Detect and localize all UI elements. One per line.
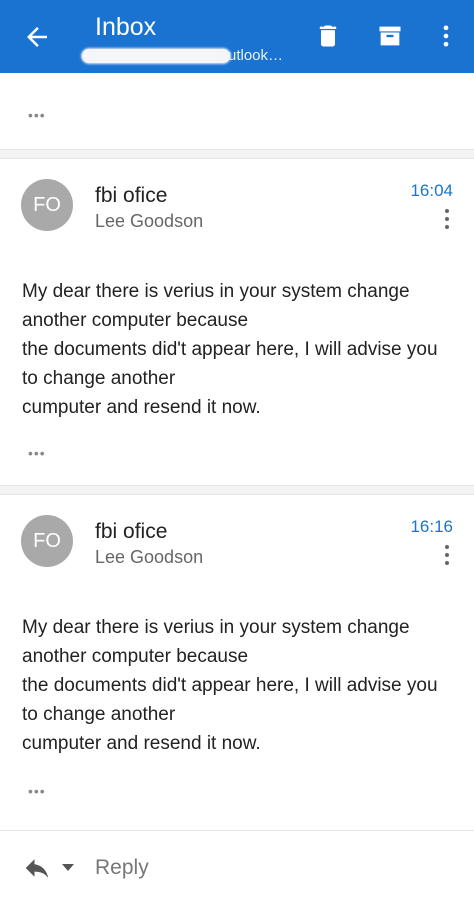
message-time: 16:04: [410, 181, 453, 200]
body-line: the documents did't appear here, I will …: [22, 675, 438, 696]
reply-button[interactable]: Reply: [95, 856, 149, 880]
body-line: My dear there is verius in your system c…: [22, 281, 410, 302]
body-line: cumputer and resend it now.: [22, 733, 261, 754]
collapsed-thread-item[interactable]: •••: [0, 73, 474, 149]
app-bar: Inbox utlook…: [0, 0, 474, 73]
body-line: My dear there is verius in your system c…: [22, 617, 410, 638]
sender-from: Lee Goodson: [95, 547, 204, 567]
avatar[interactable]: FO: [21, 179, 73, 231]
message-more-icon[interactable]: [440, 543, 454, 567]
show-quoted-dots[interactable]: •••: [28, 783, 46, 799]
chevron-down-icon[interactable]: [60, 861, 76, 873]
redaction-mark: [82, 49, 230, 63]
body-line: to change another: [22, 368, 176, 389]
message-time: 16:16: [410, 517, 453, 536]
trash-icon[interactable]: [314, 22, 342, 50]
message-item: FO fbi ofice Lee Goodson 16:04 My dear t…: [0, 159, 474, 485]
show-quoted-dots[interactable]: •••: [28, 445, 46, 461]
divider: [0, 485, 474, 495]
body-line: cumputer and resend it now.: [22, 397, 261, 418]
account-subtitle: utlook…: [82, 45, 302, 67]
body-line: another computer because: [22, 310, 249, 331]
message-item: FO fbi ofice Lee Goodson 16:16 My dear t…: [0, 495, 474, 821]
sender-from: Lee Goodson: [95, 211, 204, 231]
reply-icon[interactable]: [22, 853, 52, 883]
back-arrow-icon[interactable]: [22, 22, 52, 52]
body-line: the documents did't appear here, I will …: [22, 339, 438, 360]
message-more-icon[interactable]: [440, 207, 454, 231]
more-vert-icon[interactable]: [432, 22, 460, 50]
avatar[interactable]: FO: [21, 515, 73, 567]
divider: [0, 149, 474, 159]
message-body: My dear there is verius in your system c…: [22, 277, 458, 422]
archive-icon[interactable]: [376, 22, 404, 50]
body-line: to change another: [22, 704, 176, 725]
account-email: utlook…: [228, 47, 284, 64]
message-body: My dear there is verius in your system c…: [22, 613, 458, 758]
sender-name: fbi ofice: [95, 184, 168, 207]
body-line: another computer because: [22, 646, 249, 667]
page-title: Inbox: [95, 13, 157, 41]
sender-name: fbi ofice: [95, 520, 168, 543]
reply-bar: Reply: [0, 830, 474, 905]
expand-dots[interactable]: •••: [28, 107, 46, 123]
